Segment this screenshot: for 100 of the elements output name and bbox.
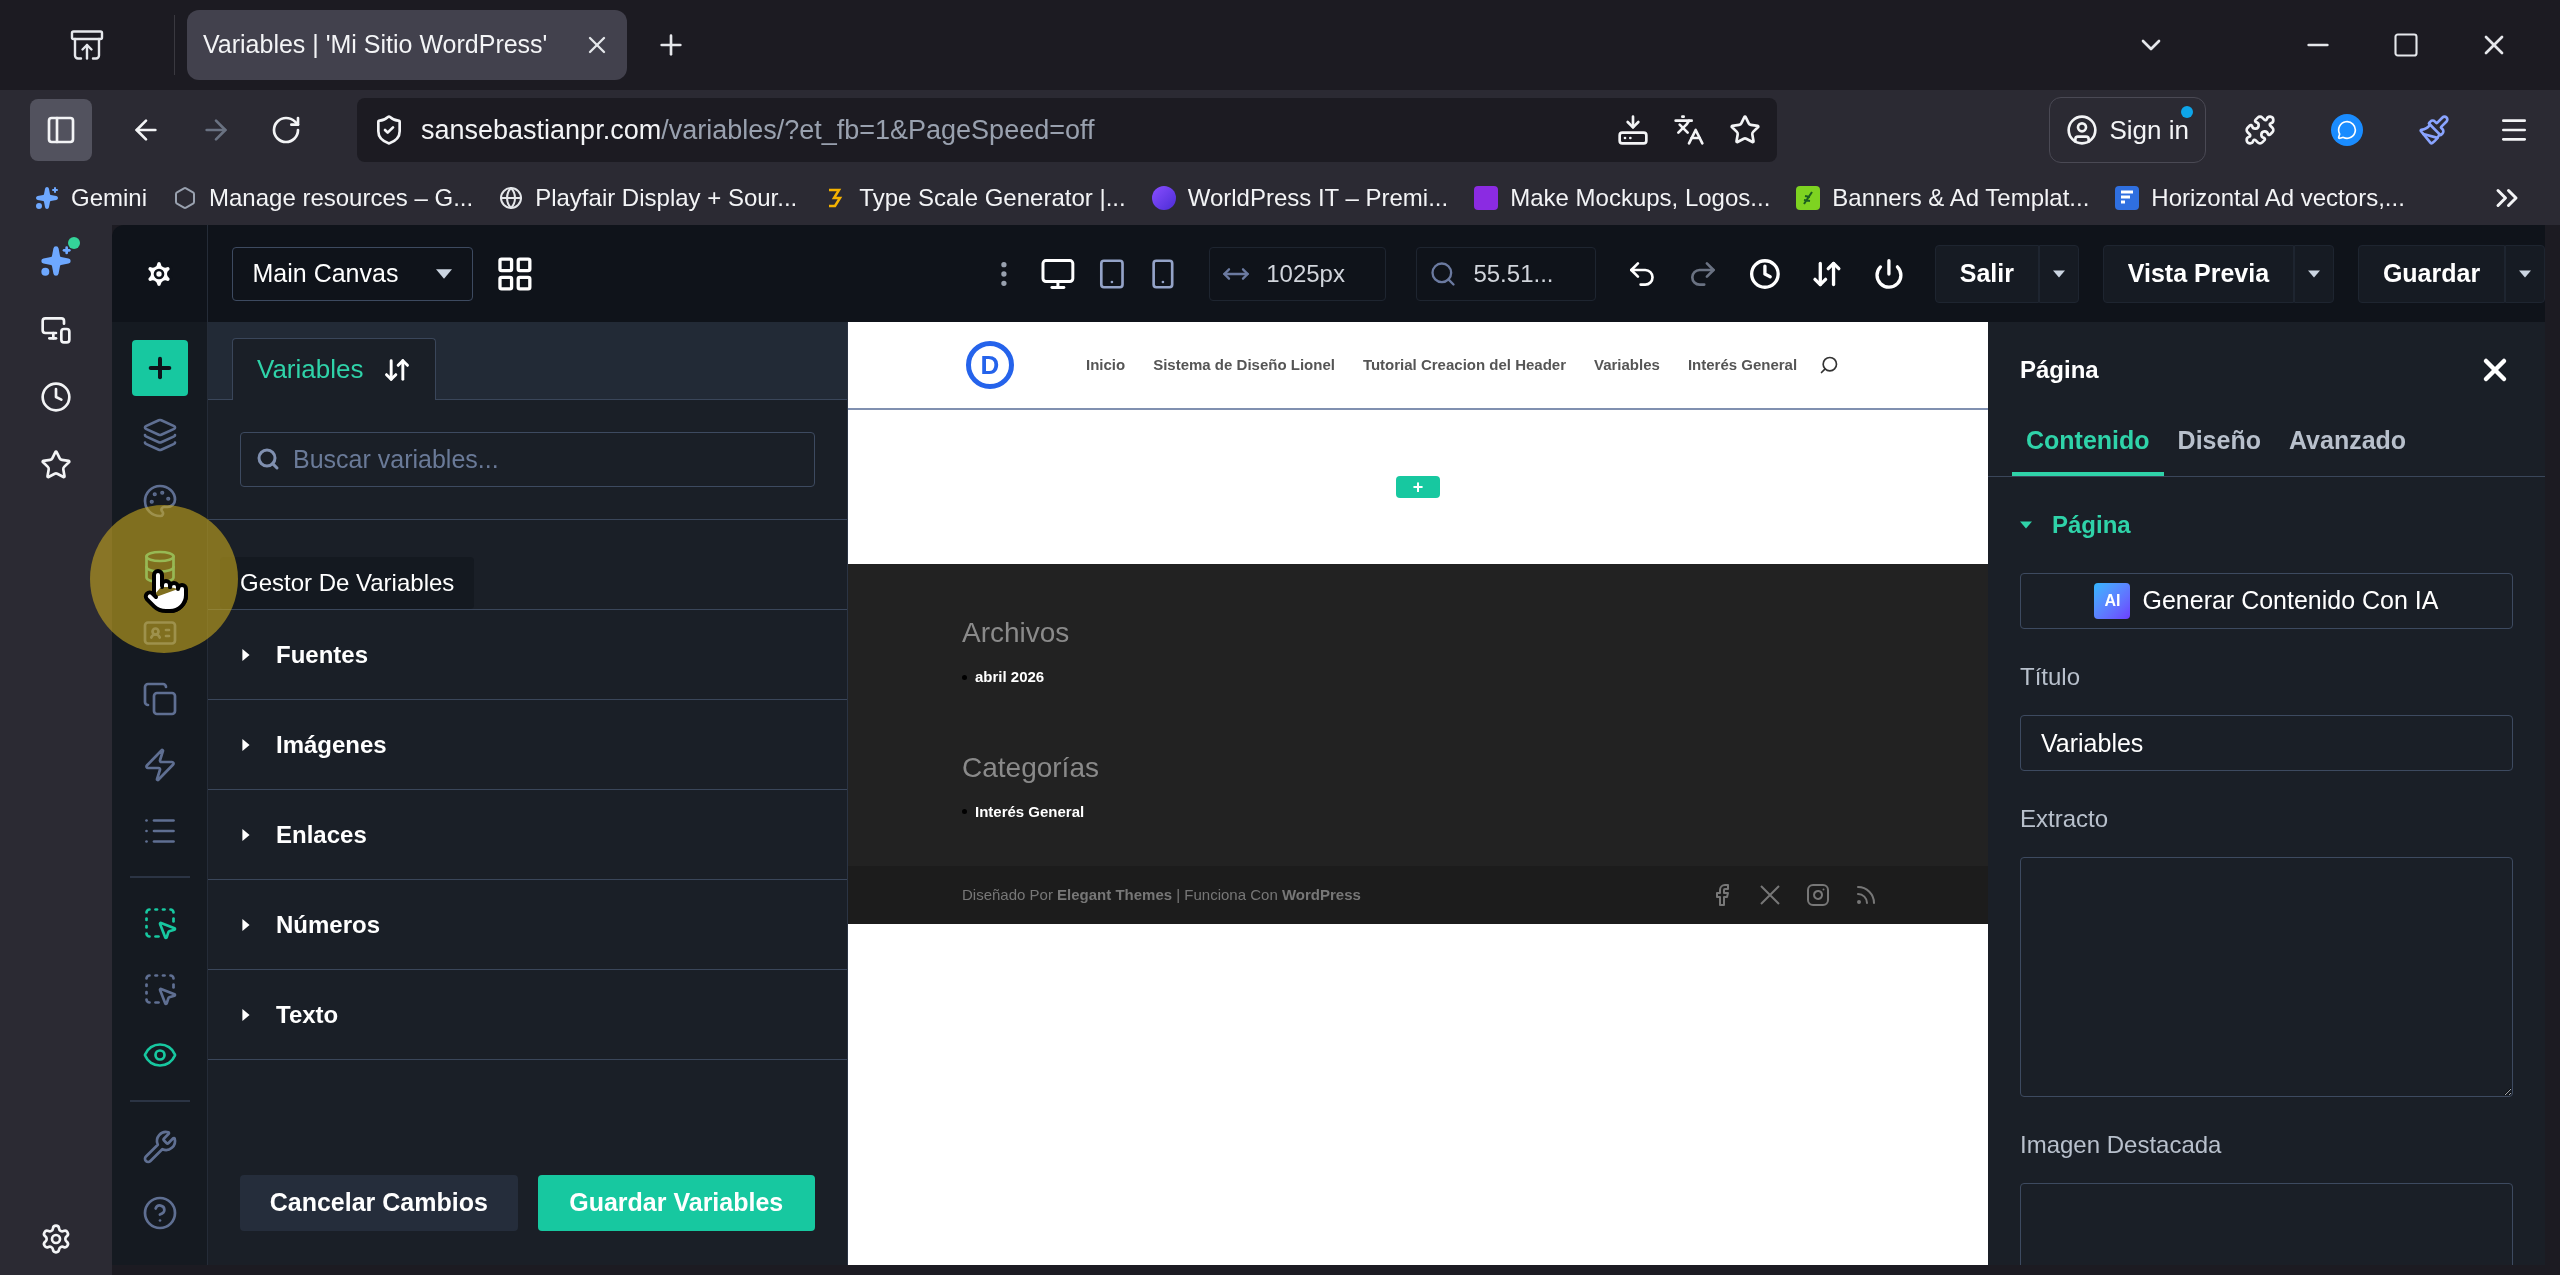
variable-section[interactable]: Imágenes [208,700,847,790]
sign-in-button[interactable]: Sign in [2048,97,2206,163]
panel-title: Página [2020,355,2100,385]
field-label: Imagen Destacada [2020,1130,2223,1160]
zoom-field[interactable]: 55.51... [1416,246,1596,301]
bookmark[interactable]: Type Scale Generator |... [823,179,1126,216]
bullet [962,809,967,815]
exit-menu-button[interactable] [2038,244,2079,303]
variables-tab[interactable]: Variables [232,338,437,400]
translate-icon[interactable] [1673,114,1705,146]
rss-icon[interactable] [1854,883,1878,907]
star-icon[interactable] [40,449,72,481]
width-field[interactable]: 1025px [1209,246,1387,301]
x-logo-icon[interactable] [1758,883,1782,907]
preview-menu-button[interactable] [2294,244,2334,303]
copy-icon[interactable] [141,681,178,717]
hand-cursor-icon [142,567,190,615]
excerpt-field[interactable] [2020,857,2513,1097]
history-icon[interactable] [40,381,72,413]
sparkle-icon[interactable] [40,245,72,277]
settings-tab[interactable]: Diseño [2163,410,2275,476]
add-button[interactable] [131,340,188,396]
bookmark[interactable]: Make Mockups, Logos... [1474,179,1771,216]
download-icon[interactable] [1617,114,1649,146]
bookmark[interactable]: Banners & Ad Templat... [1796,179,2090,216]
nav-link[interactable]: Tutorial Creacion del Header [1362,353,1566,377]
search-field[interactable]: Buscar variables... [240,432,815,487]
section-header[interactable]: Página [2020,507,2513,543]
nav-link[interactable]: Interés General [1687,353,1798,377]
tab-title: Variables | 'Mi Sitio WordPress' [203,29,549,61]
sidebar-icon [45,114,77,146]
bookmark[interactable]: Gemini [35,179,148,216]
sidebar-toggle-button[interactable] [30,99,92,161]
ai-button[interactable]: AI Generar Contenido Con IA [2020,573,2513,629]
widget-link[interactable]: Interés General [975,800,1085,823]
field-label: Extracto [2020,804,2110,834]
bookmark[interactable]: Horizontal Ad vectors,... [2115,179,2405,216]
layers-icon[interactable] [141,417,178,453]
palette-icon[interactable] [141,483,178,519]
browser-tab[interactable]: Variables | 'Mi Sitio WordPress' [187,10,627,80]
leaf-logo-icon [1796,185,1821,210]
save-button[interactable]: Guardar [2357,244,2506,303]
sparkle-icon [35,185,59,210]
tab-list-icon[interactable] [69,27,105,63]
search-icon [1429,259,1458,288]
instagram-icon[interactable] [1806,883,1830,907]
canvas-select[interactable]: Main Canvas [231,246,474,301]
field-label: Título [2020,662,2082,692]
section-title: Números [276,909,381,940]
address-bar[interactable]: sansebastianpr.com/variables/?et_fb=1&PageSpeed=off [357,98,1777,162]
bookmark[interactable]: WorldPress IT – Premi... [1151,179,1449,216]
bookmark[interactable]: Playfair Display + Sour... [499,179,798,216]
site-logo[interactable]: D [966,341,1014,389]
bookmark-star-icon[interactable] [1729,114,1761,146]
brush-icon[interactable] [2418,114,2450,146]
account-icon [2065,114,2098,146]
caret-down-icon [2307,267,2320,280]
exit-button[interactable]: Salir [1934,244,2039,303]
variable-section[interactable]: Texto [208,970,847,1060]
caret-down-icon [2519,267,2532,280]
hexagon-icon [173,185,198,210]
ai-badge: AI [2094,583,2131,619]
url-text: sansebastianpr.com/variables/?et_fb=1&PageSpeed=off [421,113,1095,147]
title-field[interactable]: Variables [2020,715,2513,771]
reload-icon[interactable] [270,114,302,146]
search-icon[interactable] [1819,355,1840,375]
square-logo-icon [2115,185,2140,210]
tools-icon[interactable] [141,1129,178,1165]
globe-icon [499,185,524,210]
section-title: Texto [276,999,339,1030]
settings-tab[interactable]: Avanzado [2274,410,2421,476]
bookmark[interactable]: Manage resources – G... [173,179,474,216]
bullet [962,674,967,680]
chat-extension-icon[interactable] [2331,114,2363,146]
section-title: Fuentes [276,639,368,670]
power-icon[interactable] [1872,257,1905,290]
variable-section[interactable]: Enlaces [208,790,847,880]
section-title: Imágenes [276,729,387,760]
settings-icon[interactable] [40,1223,72,1255]
widget-title: Archivos [962,616,1071,650]
variable-section[interactable]: Fuentes [208,610,847,700]
save-menu-button[interactable] [2505,244,2545,303]
square-logo-icon [1474,185,1499,210]
nav-link[interactable]: Inicio [1086,353,1126,377]
section-title: Enlaces [276,819,367,850]
nav-link[interactable]: Sistema de Diseño Lionel [1153,353,1335,377]
help-icon[interactable] [141,1195,178,1231]
variable-section[interactable]: Números [208,880,847,970]
caret-down-icon [2052,267,2065,280]
widget-title: Categorías [962,750,1100,785]
cancel-button[interactable]: Cancelar Cambios [240,1175,518,1231]
extensions-icon[interactable] [2244,114,2276,146]
nav-link[interactable]: Variables [1594,353,1660,377]
settings-tab[interactable]: Contenido [2012,410,2164,476]
widget-link[interactable]: abril 2026 [975,666,1045,689]
circle-logo-icon [1151,185,1176,210]
search-icon [256,447,280,471]
footer-credits: Diseñado Por Elegant Themes | Funciona Con WordPress [962,884,1362,905]
maximize-icon[interactable] [2392,31,2420,59]
preview-button[interactable]: Vista Previa [2102,244,2295,303]
